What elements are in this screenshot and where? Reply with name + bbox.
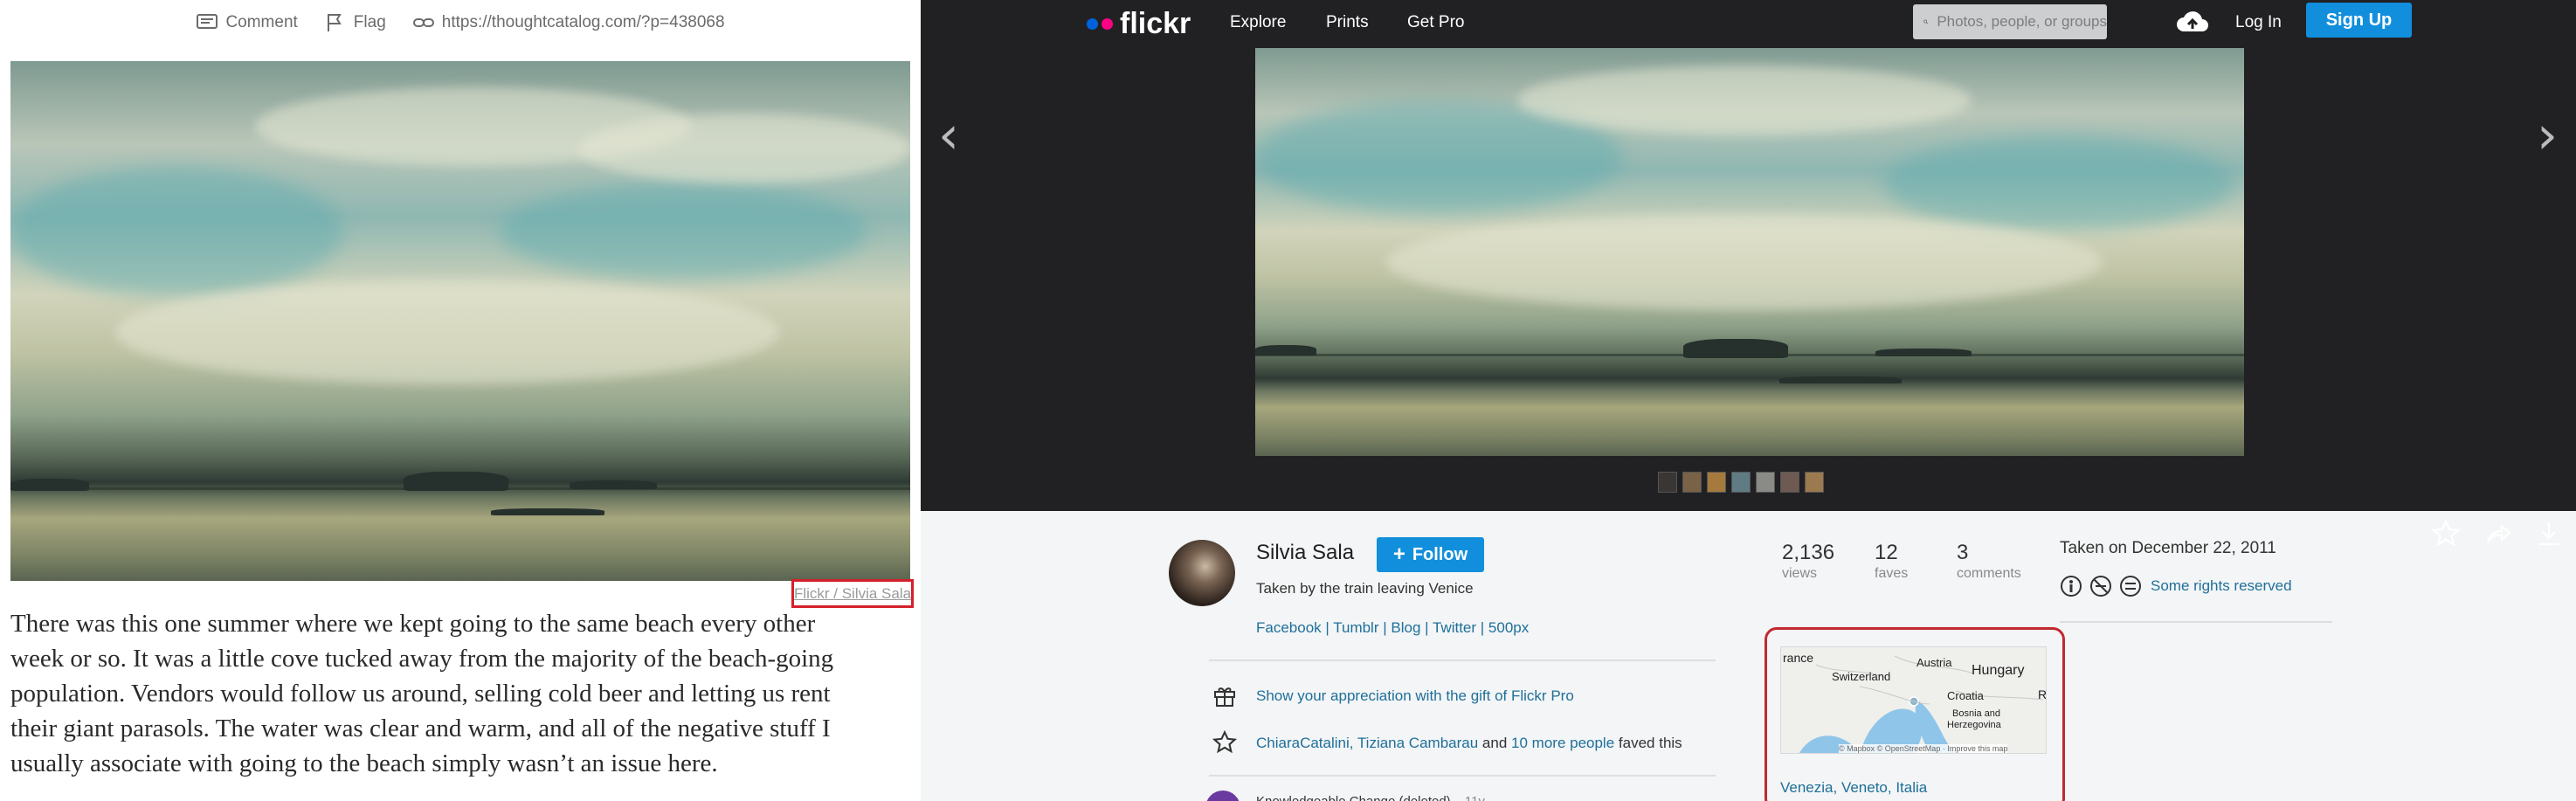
rights-link[interactable]: Some rights reserved <box>2151 577 2292 595</box>
photo-credit-link[interactable]: Flickr / Silvia Sala <box>791 579 914 608</box>
link-facebook[interactable]: Facebook <box>1256 619 1322 636</box>
article-panel: Comment Flag https://thoughtcatalog.com/… <box>0 0 921 801</box>
flickr-page: flickr Explore Prints Get Pro Photos, pe… <box>921 0 2576 801</box>
comment-preview: Knowledgeable Change (deleted) 11y <box>1256 794 1485 801</box>
faves-and: and <box>1481 735 1508 751</box>
faves-label: faves <box>1875 566 1909 581</box>
comment-author[interactable]: Knowledgeable Change (deleted) <box>1256 794 1451 801</box>
map-label: Austria <box>1916 656 1952 669</box>
flag-label: Flag <box>353 13 386 31</box>
comments-label: comments <box>1957 566 2021 581</box>
divider <box>2060 621 2332 623</box>
photostream-thumb[interactable] <box>1756 472 1775 493</box>
more-favers-link[interactable]: 10 more people <box>1511 735 1614 751</box>
permalink-label: https://thoughtcatalog.com/?p=438068 <box>441 13 725 31</box>
map-label: Croatia <box>1947 689 1984 702</box>
comment-link[interactable]: Comment <box>196 12 298 33</box>
comment-icon <box>197 14 218 29</box>
author-links: Facebook | Tumblr | Blog | Twitter | 500… <box>1256 619 1530 636</box>
faves-count: 12 <box>1875 541 1898 564</box>
photostream-thumb[interactable] <box>1707 472 1726 493</box>
article-toolbar: Comment Flag https://thoughtcatalog.com/… <box>0 0 921 45</box>
map-label: Hungary <box>1972 663 2025 678</box>
photo-description: Taken by the train leaving Venice <box>1256 580 1474 597</box>
search-input[interactable]: Photos, people, or groups <box>1913 4 2107 39</box>
faves-suffix: faved this <box>1618 735 1682 751</box>
nav-get-pro[interactable]: Get Pro <box>1407 13 1464 32</box>
map-label: rance <box>1783 651 1814 665</box>
article-body: There was this one summer where we kept … <box>10 606 910 781</box>
follow-button[interactable]: + Follow <box>1377 537 1484 572</box>
map-label: Switzerland <box>1832 670 1891 683</box>
comment-label: Comment <box>225 13 298 31</box>
views-label: views <box>1782 566 1818 581</box>
logo-pink-dot <box>1102 18 1113 30</box>
login-link[interactable]: Log In <box>2235 13 2282 32</box>
flickr-logo[interactable]: flickr <box>1087 7 1191 41</box>
article-photo <box>10 61 910 581</box>
link-tumblr[interactable]: Tumblr <box>1333 619 1378 636</box>
comments-count: 3 <box>1957 541 1969 564</box>
gift-pro-link[interactable]: Show your appreciation with the gift of … <box>1256 687 1574 705</box>
photo-info: Silvia Sala + Follow Taken by the train … <box>921 511 2576 801</box>
article-line: week or so. It was a little cove tucked … <box>10 645 834 673</box>
divider <box>1209 659 1716 661</box>
map-label: R <box>2038 687 2047 701</box>
flickr-navbar: flickr Explore Prints Get Pro Photos, pe… <box>921 0 2576 48</box>
article-line: There was this one summer where we kept … <box>10 610 816 638</box>
nav-explore[interactable]: Explore <box>1230 13 1286 32</box>
views-count: 2,136 <box>1782 541 1835 564</box>
article-line: population. Vendors would follow us arou… <box>10 680 831 708</box>
star-outline-icon <box>1212 729 1238 754</box>
chevron-left-icon[interactable]: ‹ <box>938 109 959 162</box>
location-map[interactable]: rance Switzerland Austria Hungary Croati… <box>1780 646 2047 754</box>
location-link[interactable]: Venezia, Veneto, Italia <box>1780 779 1927 797</box>
chevron-right-icon[interactable]: › <box>2537 109 2558 162</box>
favers-names[interactable]: ChiaraCatalini, Tiziana Cambarau <box>1256 735 1478 751</box>
commenter-avatar[interactable] <box>1205 791 1240 801</box>
article-line: their giant parasols. The water was clea… <box>10 715 831 742</box>
plus-icon: + <box>1392 542 1405 566</box>
photostream-thumb[interactable] <box>1805 472 1824 493</box>
search-icon <box>1923 19 1929 24</box>
gift-icon <box>1214 687 1235 707</box>
upload-icon[interactable] <box>2175 9 2210 35</box>
link-500px[interactable]: 500px <box>1488 619 1529 636</box>
article-line: usually associate with going to the beac… <box>10 749 718 777</box>
photostream-thumb[interactable] <box>1780 472 1799 493</box>
logo-blue-dot <box>1087 18 1098 30</box>
permalink[interactable]: https://thoughtcatalog.com/?p=438068 <box>412 12 725 33</box>
map-label: Herzegovina <box>1947 720 2001 730</box>
divider <box>1209 775 1716 777</box>
search-placeholder: Photos, people, or groups <box>1937 13 2107 30</box>
logo-text: flickr <box>1120 7 1191 40</box>
avatar[interactable] <box>1169 540 1235 606</box>
signup-button[interactable]: Sign Up <box>2306 3 2412 38</box>
location-map-highlight: rance Switzerland Austria Hungary Croati… <box>1765 627 2065 801</box>
flag-icon <box>327 14 342 31</box>
follow-label: Follow <box>1412 544 1468 564</box>
photo-stage: ‹ › <box>921 48 2576 547</box>
taken-date[interactable]: Taken on December 22, 2011 <box>2060 539 2276 558</box>
faves-summary: ChiaraCatalini, Tiziana Cambarau and 10 … <box>1256 735 1682 752</box>
map-label: Bosnia and <box>1952 708 2001 719</box>
nav-prints[interactable]: Prints <box>1326 13 1369 32</box>
author-name[interactable]: Silvia Sala <box>1256 541 1354 565</box>
main-photo[interactable] <box>1255 48 2244 456</box>
photostream-thumb[interactable] <box>1731 472 1751 493</box>
link-twitter[interactable]: Twitter <box>1433 619 1476 636</box>
photostream-thumb[interactable] <box>1658 472 1677 493</box>
comment-age: 11y <box>1465 794 1485 801</box>
link-blog[interactable]: Blog <box>1391 619 1420 636</box>
map-attribution[interactable]: © Mapbox © OpenStreetMap · Improve this … <box>1839 744 2008 753</box>
link-icon <box>412 18 434 27</box>
license-icons <box>2061 576 2141 597</box>
photostream-thumb[interactable] <box>1682 472 1702 493</box>
flag-link[interactable]: Flag <box>324 12 386 33</box>
